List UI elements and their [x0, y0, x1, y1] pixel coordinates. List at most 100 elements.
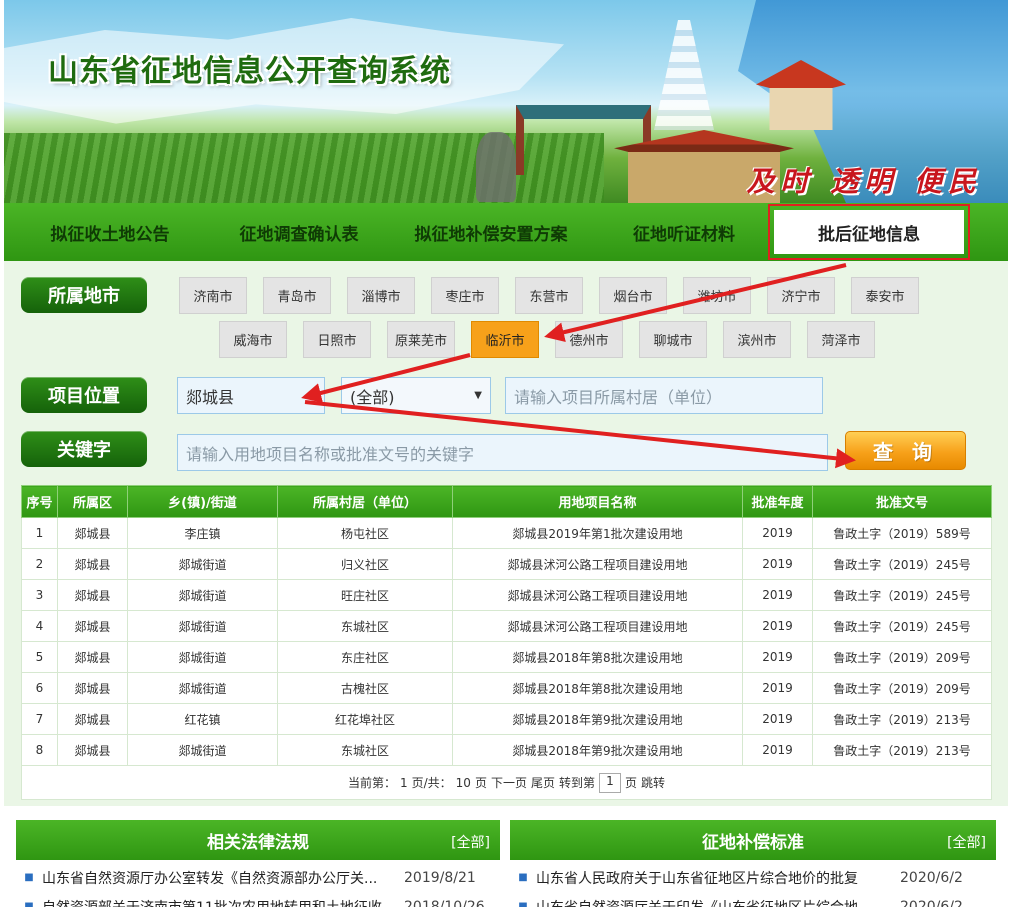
cell-project[interactable]: 郯城县2018年第8批次建设用地 [452, 672, 743, 704]
list-item-title[interactable]: 山东省自然资源厅关于印发《山东省征地区片综合地... [536, 897, 900, 907]
header-banner: 山东省征地信息公开查询系统 及时 透明 便民 [4, 0, 1008, 203]
cell-project[interactable]: 郯城县沭河公路工程项目建设用地 [452, 610, 743, 642]
list-item-title[interactable]: 山东省自然资源厅办公室转发《自然资源部办公厅关... [42, 868, 404, 888]
table-row[interactable]: 1 郯城县 李庄镇 杨屯社区 郯城县2019年第1批次建设用地 2019 鲁政土… [21, 517, 992, 549]
laws-section-header: 相关法律法规 [全部] [16, 820, 500, 860]
standards-section-title: 征地补偿标准 [702, 832, 804, 853]
col-header-project: 用地项目名称 [452, 485, 743, 518]
nav-item-land-notice[interactable]: 拟征收土地公告 [4, 210, 216, 254]
cell-town: 郯城街道 [127, 641, 278, 673]
table-row[interactable]: 8 郯城县 郯城街道 东城社区 郯城县2018年第9批次建设用地 2019 鲁政… [21, 734, 992, 766]
list-item[interactable]: ■ 自然资源部关于济南市第11批次农用地转用和土地征收... 2018/10/2… [16, 892, 500, 907]
county-select[interactable]: 郯城县 [177, 377, 325, 414]
table-row[interactable]: 6 郯城县 郯城街道 古槐社区 郯城县2018年第8批次建设用地 2019 鲁政… [21, 672, 992, 704]
city-linyi[interactable]: 临沂市 [471, 321, 539, 358]
table-row[interactable]: 7 郯城县 红花镇 红花埠社区 郯城县2018年第9批次建设用地 2019 鲁政… [21, 703, 992, 735]
city-dezhou[interactable]: 德州市 [555, 321, 623, 358]
city-binzhou[interactable]: 滨州市 [723, 321, 791, 358]
cell-index: 8 [21, 734, 58, 766]
table-row[interactable]: 3 郯城县 郯城街道 旺庄社区 郯城县沭河公路工程项目建设用地 2019 鲁政土… [21, 579, 992, 611]
standards-more-link[interactable]: [全部] [947, 832, 986, 852]
cell-village: 古槐社区 [277, 672, 453, 704]
col-header-village: 所属村居（单位） [277, 485, 453, 518]
cell-project[interactable]: 郯城县沭河公路工程项目建设用地 [452, 579, 743, 611]
keyword-input[interactable]: 请输入用地项目名称或批准文号的关键字 [177, 434, 828, 471]
list-item-title[interactable]: 自然资源部关于济南市第11批次农用地转用和土地征收... [42, 897, 404, 907]
cell-district: 郯城县 [57, 579, 128, 611]
city-qingdao[interactable]: 青岛市 [263, 277, 331, 314]
pager-jump-link[interactable]: 跳转 [641, 774, 665, 791]
table-row[interactable]: 2 郯城县 郯城街道 归义社区 郯城县沭河公路工程项目建设用地 2019 鲁政土… [21, 548, 992, 580]
town-select[interactable]: (全部) ▼ [341, 377, 491, 414]
pager-goto-unit: 页 [625, 776, 638, 790]
cell-year: 2019 [742, 548, 813, 580]
list-item[interactable]: ■ 山东省人民政府关于山东省征地区片综合地价的批复 2020/6/2 [510, 863, 996, 892]
cell-project[interactable]: 郯城县2019年第1批次建设用地 [452, 517, 743, 549]
cell-town: 李庄镇 [127, 517, 278, 549]
bullet-icon: ■ [24, 901, 34, 907]
pager-page-unit: 页 [474, 776, 487, 790]
table-row[interactable]: 4 郯城县 郯城街道 东城社区 郯城县沭河公路工程项目建设用地 2019 鲁政土… [21, 610, 992, 642]
cell-town: 郯城街道 [127, 579, 278, 611]
nav-item-hearing-materials[interactable]: 征地听证材料 [600, 210, 768, 254]
cell-doc-no: 鲁政土字（2019）589号 [812, 517, 992, 549]
city-jinan[interactable]: 济南市 [179, 277, 247, 314]
cell-year: 2019 [742, 734, 813, 766]
cell-doc-no: 鲁政土字（2019）245号 [812, 579, 992, 611]
pager-current: 1 [399, 775, 408, 790]
county-value: 郯城县 [186, 387, 235, 407]
cell-district: 郯城县 [57, 672, 128, 704]
cell-year: 2019 [742, 517, 813, 549]
cell-district: 郯城县 [57, 548, 128, 580]
table-row[interactable]: 5 郯城县 郯城街道 东庄社区 郯城县2018年第8批次建设用地 2019 鲁政… [21, 641, 992, 673]
city-yantai[interactable]: 烟台市 [599, 277, 667, 314]
list-item[interactable]: ■ 山东省自然资源厅关于印发《山东省征地区片综合地... 2020/6/2 [510, 892, 996, 907]
cell-doc-no: 鲁政土字（2019）245号 [812, 548, 992, 580]
laws-section-title: 相关法律法规 [207, 832, 309, 853]
city-jining[interactable]: 济宁市 [767, 277, 835, 314]
city-laiwu[interactable]: 原莱芜市 [387, 321, 455, 358]
pager-row: 当前第： 1 页/共： 10 页 下一页 尾页 转到第 1 页 跳转 [21, 765, 992, 800]
city-liaocheng[interactable]: 聊城市 [639, 321, 707, 358]
cell-project[interactable]: 郯城县2018年第8批次建设用地 [452, 641, 743, 673]
city-dongying[interactable]: 东营市 [515, 277, 583, 314]
city-rizhao[interactable]: 日照市 [303, 321, 371, 358]
site-title: 山东省征地信息公开查询系统 [48, 54, 451, 89]
pager-cell: 当前第： 1 页/共： 10 页 下一页 尾页 转到第 1 页 跳转 [21, 765, 992, 800]
cell-doc-no: 鲁政土字（2019）209号 [812, 672, 992, 704]
list-item[interactable]: ■ 山东省自然资源厅办公室转发《自然资源部办公厅关... 2019/8/21 [16, 863, 500, 892]
city-weihai[interactable]: 威海市 [219, 321, 287, 358]
village-placeholder: 请输入项目所属村居（单位） [514, 387, 723, 407]
city-taian[interactable]: 泰安市 [851, 277, 919, 314]
query-button[interactable]: 查 询 [845, 431, 966, 470]
nav-item-compensation-plan[interactable]: 拟征地补偿安置方案 [382, 210, 600, 254]
city-zibo[interactable]: 淄博市 [347, 277, 415, 314]
cell-doc-no: 鲁政土字（2019）245号 [812, 610, 992, 642]
pager-last-link[interactable]: 尾页 [531, 774, 555, 791]
laws-more-link[interactable]: [全部] [451, 832, 490, 852]
city-weifang[interactable]: 潍坊市 [683, 277, 751, 314]
cell-doc-no: 鲁政土字（2019）209号 [812, 641, 992, 673]
list-item-date: 2018/10/26 [404, 898, 485, 907]
keyword-label: 关键字 [21, 431, 147, 467]
cell-index: 3 [21, 579, 58, 611]
cell-village: 东城社区 [277, 734, 453, 766]
cell-project[interactable]: 郯城县2018年第9批次建设用地 [452, 734, 743, 766]
cell-district: 郯城县 [57, 734, 128, 766]
cell-project[interactable]: 郯城县沭河公路工程项目建设用地 [452, 548, 743, 580]
pager-goto-input[interactable]: 1 [599, 772, 621, 793]
list-item-date: 2019/8/21 [404, 869, 476, 886]
nav-item-survey-confirmation[interactable]: 征地调查确认表 [216, 210, 382, 254]
city-label: 所属地市 [21, 277, 147, 313]
cell-village: 杨屯社区 [277, 517, 453, 549]
nav-item-approved-info[interactable]: 批后征地信息 [768, 204, 970, 260]
city-zaozhuang[interactable]: 枣庄市 [431, 277, 499, 314]
keyword-placeholder: 请输入用地项目名称或批准文号的关键字 [186, 444, 475, 464]
table-header-row: 序号 所属区 乡(镇)/街道 所属村居（单位） 用地项目名称 批准年度 批准文号 [21, 485, 992, 518]
cell-project[interactable]: 郯城县2018年第9批次建设用地 [452, 703, 743, 735]
list-item-title[interactable]: 山东省人民政府关于山东省征地区片综合地价的批复 [536, 868, 900, 888]
cell-town: 红花镇 [127, 703, 278, 735]
city-heze[interactable]: 菏泽市 [807, 321, 875, 358]
village-input[interactable]: 请输入项目所属村居（单位） [505, 377, 823, 414]
pager-next-link[interactable]: 下一页 [491, 774, 527, 791]
